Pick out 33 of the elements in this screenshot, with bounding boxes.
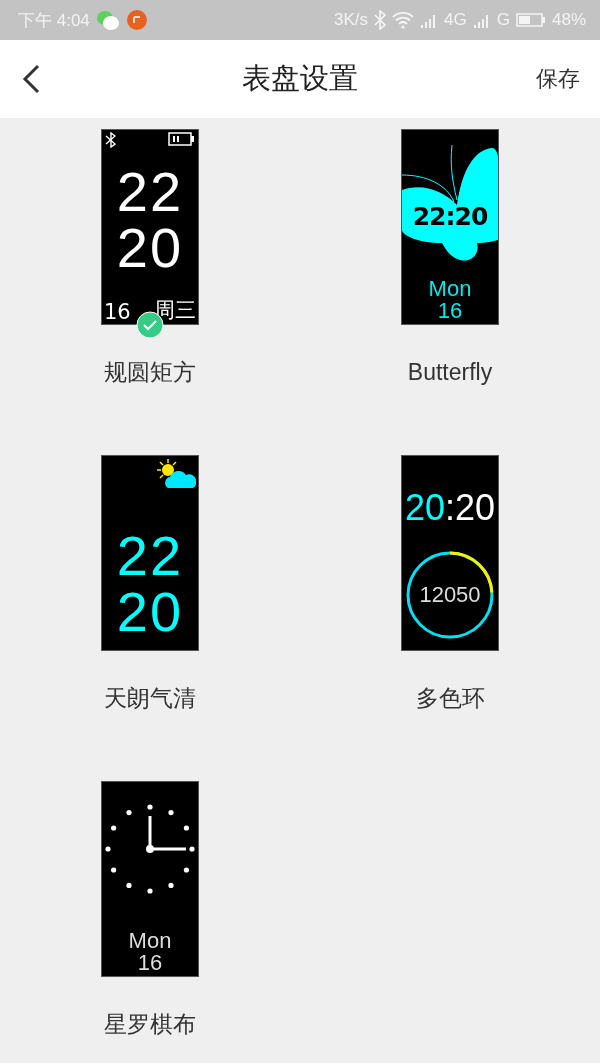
bluetooth-icon [374,10,387,30]
weekday-text: Mon [128,930,172,952]
date-text: 16 [437,300,463,322]
page-title: 表盘设置 [242,61,358,95]
face-name: 星罗棋布 [104,1011,196,1037]
minute-digits: 20 [455,486,496,530]
watch-face-preview[interactable]: 20:20 12050 [401,455,499,651]
step-count: 12050 [419,582,481,608]
wifi-icon [392,11,415,29]
face-name: 天朗气清 [104,685,196,711]
battery-icon [168,132,195,146]
sun-cloud-icon [154,458,198,490]
bluetooth-icon [105,132,116,148]
save-button[interactable]: 保存 [536,64,580,94]
watch-face-preview[interactable]: 22 20 [101,455,199,651]
face-name: 规圆矩方 [104,359,196,385]
hour-digits: 22 [116,528,184,584]
minute-digits: 20 [116,584,184,640]
weekday-text: Mon [428,278,472,300]
time-separator: : [445,486,455,530]
date-text: 16 [137,952,163,974]
chat-icon [95,9,120,31]
face-name: Butterfly [407,359,493,385]
face-name: 多色环 [415,685,485,711]
time-text: 22:20 [412,202,488,231]
watch-face-preview[interactable]: Mon 16 [101,781,199,977]
watch-face-preview[interactable]: 22:20 Mon 16 [401,129,499,325]
hour-digits: 20 [404,486,445,530]
app-icon [125,9,148,31]
date-text: 16 [104,300,131,324]
battery-icon [515,12,546,28]
hour-digits: 22 [116,164,184,220]
minute-digits: 20 [116,220,184,276]
